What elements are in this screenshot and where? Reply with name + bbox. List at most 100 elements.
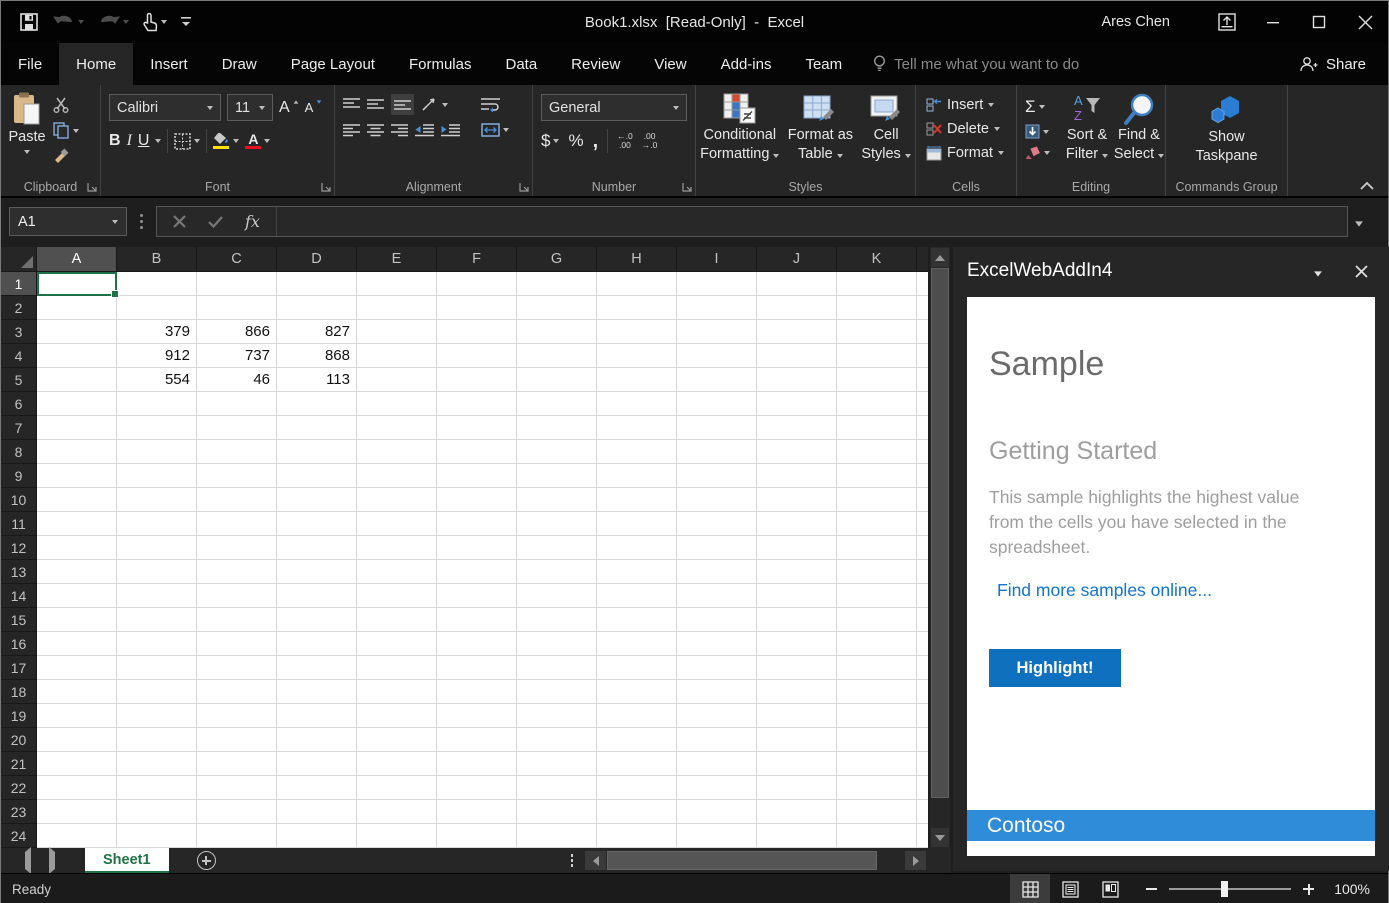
cell-J22[interactable]: [757, 776, 837, 800]
row-header-21[interactable]: 21: [1, 752, 37, 776]
user-name[interactable]: Ares Chen: [1101, 14, 1170, 30]
cell-A19[interactable]: [37, 704, 117, 728]
cell-G19[interactable]: [517, 704, 597, 728]
cell-H18[interactable]: [597, 680, 677, 704]
cell-I18[interactable]: [677, 680, 757, 704]
cell-G18[interactable]: [517, 680, 597, 704]
cell-I21[interactable]: [677, 752, 757, 776]
cell-G3[interactable]: [517, 320, 597, 344]
clipboard-dialog-launcher[interactable]: [87, 182, 97, 192]
cell-B7[interactable]: [117, 416, 197, 440]
cell-A12[interactable]: [37, 536, 117, 560]
column-header-sliver[interactable]: [917, 247, 928, 272]
format-cells-button[interactable]: Format: [926, 145, 1016, 161]
cell-x24[interactable]: [917, 824, 928, 848]
cell-E9[interactable]: [357, 464, 437, 488]
cell-I19[interactable]: [677, 704, 757, 728]
cell-A15[interactable]: [37, 608, 117, 632]
cell-B6[interactable]: [117, 392, 197, 416]
cell-x10[interactable]: [917, 488, 928, 512]
row-header-8[interactable]: 8: [1, 440, 37, 464]
cell-F23[interactable]: [437, 800, 517, 824]
row-header-13[interactable]: 13: [1, 560, 37, 584]
cell-H13[interactable]: [597, 560, 677, 584]
cell-H15[interactable]: [597, 608, 677, 632]
column-header-H[interactable]: H: [597, 247, 677, 272]
cell-G2[interactable]: [517, 296, 597, 320]
cell-E4[interactable]: [357, 344, 437, 368]
cell-C7[interactable]: [197, 416, 277, 440]
row-header-10[interactable]: 10: [1, 488, 37, 512]
tabbar-splitter[interactable]: [571, 854, 574, 867]
align-top-button[interactable]: [343, 98, 360, 111]
cell-E1[interactable]: [357, 272, 437, 296]
cell-D9[interactable]: [277, 464, 357, 488]
cell-D23[interactable]: [277, 800, 357, 824]
scroll-left-button[interactable]: [585, 851, 606, 870]
align-bottom-button[interactable]: [391, 94, 414, 115]
fill-button[interactable]: [1025, 124, 1061, 139]
touch-mouse-mode-button[interactable]: [143, 12, 167, 32]
decrease-indent-button[interactable]: [415, 124, 434, 137]
tell-me-box[interactable]: Tell me what you want to do: [859, 43, 1093, 85]
cell-C22[interactable]: [197, 776, 277, 800]
cell-x23[interactable]: [917, 800, 928, 824]
cell-A24[interactable]: [37, 824, 117, 848]
cell-J5[interactable]: [757, 368, 837, 392]
cell-K7[interactable]: [837, 416, 917, 440]
row-header-20[interactable]: 20: [1, 728, 37, 752]
cell-C9[interactable]: [197, 464, 277, 488]
ribbon-display-options-button[interactable]: [1204, 1, 1250, 43]
cell-J4[interactable]: [757, 344, 837, 368]
clear-button[interactable]: [1025, 146, 1061, 159]
cell-B12[interactable]: [117, 536, 197, 560]
cell-G23[interactable]: [517, 800, 597, 824]
merge-center-button[interactable]: [481, 123, 509, 137]
cell-A11[interactable]: [37, 512, 117, 536]
cell-H11[interactable]: [597, 512, 677, 536]
cell-E22[interactable]: [357, 776, 437, 800]
cell-x12[interactable]: [917, 536, 928, 560]
cell-J13[interactable]: [757, 560, 837, 584]
cell-J14[interactable]: [757, 584, 837, 608]
font-dialog-launcher[interactable]: [321, 182, 331, 192]
cell-C18[interactable]: [197, 680, 277, 704]
cell-A6[interactable]: [37, 392, 117, 416]
scroll-down-button[interactable]: [931, 828, 949, 847]
cell-F3[interactable]: [437, 320, 517, 344]
new-sheet-button[interactable]: [197, 851, 216, 870]
cell-x17[interactable]: [917, 656, 928, 680]
cell-I5[interactable]: [677, 368, 757, 392]
cell-J21[interactable]: [757, 752, 837, 776]
cell-x9[interactable]: [917, 464, 928, 488]
cell-x6[interactable]: [917, 392, 928, 416]
cell-J16[interactable]: [757, 632, 837, 656]
cell-H22[interactable]: [597, 776, 677, 800]
align-center-button[interactable]: [367, 124, 384, 137]
cell-E2[interactable]: [357, 296, 437, 320]
horizontal-scrollbar[interactable]: [583, 850, 928, 871]
cell-I13[interactable]: [677, 560, 757, 584]
cell-J9[interactable]: [757, 464, 837, 488]
cell-I11[interactable]: [677, 512, 757, 536]
cell-H14[interactable]: [597, 584, 677, 608]
cell-C4[interactable]: 737: [197, 344, 277, 368]
cell-H2[interactable]: [597, 296, 677, 320]
insert-function-button[interactable]: fx: [245, 212, 260, 231]
row-header-18[interactable]: 18: [1, 680, 37, 704]
format-painter-button[interactable]: [53, 148, 79, 164]
cell-I4[interactable]: [677, 344, 757, 368]
cell-x20[interactable]: [917, 728, 928, 752]
cell-x7[interactable]: [917, 416, 928, 440]
prev-sheet-button[interactable]: [25, 852, 31, 870]
share-button[interactable]: Share: [1299, 43, 1388, 85]
cell-I9[interactable]: [677, 464, 757, 488]
tab-add-ins[interactable]: Add-ins: [704, 43, 789, 85]
cell-G4[interactable]: [517, 344, 597, 368]
zoom-level[interactable]: 100%: [1328, 881, 1370, 897]
customize-qat-button[interactable]: [181, 16, 191, 28]
cell-C23[interactable]: [197, 800, 277, 824]
cell-A2[interactable]: [37, 296, 117, 320]
tab-file[interactable]: File: [1, 43, 59, 85]
zoom-out-button[interactable]: [1146, 888, 1157, 890]
